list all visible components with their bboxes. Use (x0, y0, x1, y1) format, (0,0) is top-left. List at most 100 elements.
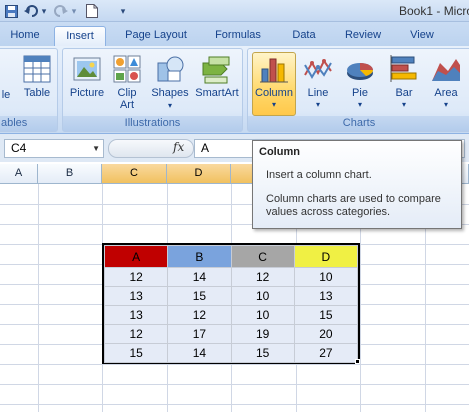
table-cell[interactable]: 20 (293, 324, 359, 344)
pivot-table-button[interactable]: le (0, 89, 15, 101)
line-chart-dropdown: ▾ (315, 100, 320, 109)
shapes-button[interactable]: Shapes ▾ (149, 53, 191, 112)
picture-button[interactable]: Picture (67, 53, 107, 99)
fill-handle[interactable] (355, 359, 360, 364)
data-table: A B C D 12 14 12 10 13 15 10 13 13 12 10… (103, 245, 359, 363)
name-box-value: C4 (11, 141, 27, 155)
name-box-dropdown-icon[interactable]: ▼ (92, 140, 100, 157)
table-cell[interactable]: 10 (230, 305, 295, 325)
tab-review[interactable]: Review (336, 26, 390, 46)
redo-dropdown[interactable]: ▾ (70, 3, 78, 19)
data-range[interactable]: A B C D 12 14 12 10 13 15 10 13 13 12 10… (102, 243, 360, 364)
table-cell[interactable]: 14 (167, 343, 232, 363)
picture-icon (73, 57, 101, 81)
tab-insert[interactable]: Insert (54, 26, 106, 46)
bar-chart-icon (390, 55, 417, 82)
table-cell[interactable]: 27 (293, 343, 359, 363)
title-bar: ▾ ▾ ▾ Book1 - Micro (0, 0, 469, 22)
table-row: 13 12 10 15 (103, 305, 359, 325)
pie-chart-button[interactable]: Pie ▾ (340, 53, 380, 111)
column-header-b[interactable]: B (38, 164, 102, 184)
table-cell[interactable]: 12 (230, 267, 295, 287)
bar-chart-dropdown: ▾ (401, 100, 406, 109)
tooltip-description: Column charts are used to compare values… (266, 193, 441, 218)
tab-page-layout[interactable]: Page Layout (116, 26, 196, 46)
table-cell[interactable]: 19 (230, 324, 295, 344)
line-chart-icon (304, 59, 332, 79)
table-cell[interactable]: 15 (103, 343, 169, 363)
table-cell[interactable]: 10 (293, 267, 359, 287)
header-cell-a[interactable]: A (103, 245, 169, 268)
undo-dropdown[interactable]: ▾ (40, 3, 48, 19)
bar-chart-button[interactable]: Bar ▾ (384, 53, 424, 111)
header-cell-b[interactable]: B (167, 245, 232, 268)
table-cell[interactable]: 13 (103, 286, 169, 306)
gridline (38, 184, 39, 412)
clip-art-button[interactable]: Clip Art (111, 53, 143, 111)
column-chart-tooltip: Column Insert a column chart. Column cha… (252, 140, 462, 229)
ribbon-tabs: Home Insert Page Layout Formulas Data Re… (0, 22, 469, 46)
table-cell[interactable]: 15 (167, 286, 232, 306)
area-chart-icon (432, 59, 460, 81)
clip-art-icon (113, 55, 141, 83)
column-header-a[interactable]: A (0, 164, 38, 184)
charts-group-label: Charts (248, 116, 469, 131)
pie-chart-icon (347, 63, 373, 80)
customize-qat-dropdown[interactable]: ▾ (118, 3, 128, 19)
table-header-row: A B C D (103, 245, 359, 268)
table-cell[interactable]: 13 (103, 305, 169, 325)
line-chart-button[interactable]: Line ▾ (298, 53, 338, 111)
smartart-icon (202, 56, 230, 84)
table-icon (23, 55, 51, 83)
table-cell[interactable]: 17 (167, 324, 232, 344)
column-chart-button[interactable]: Column ▾ (252, 52, 296, 116)
bar-chart-label: Bar (395, 87, 413, 99)
table-label: Table (23, 87, 51, 99)
table-cell[interactable]: 15 (293, 305, 359, 325)
name-box[interactable]: C4 ▼ (4, 139, 104, 158)
table-row: 12 14 12 10 (103, 267, 359, 287)
table-cell[interactable]: 14 (167, 267, 232, 287)
smartart-button[interactable]: SmartArt (193, 53, 241, 99)
illustrations-group: Picture Clip Art Shapes ▾ SmartArt Illus… (62, 48, 243, 132)
table-cell[interactable]: 15 (230, 343, 295, 363)
table-cell[interactable]: 13 (293, 286, 359, 306)
tooltip-summary: Insert a column chart. (266, 169, 372, 181)
insert-function-button[interactable]: fx (173, 140, 184, 154)
shapes-icon (157, 56, 184, 82)
tab-formulas[interactable]: Formulas (205, 26, 271, 46)
header-cell-d[interactable]: D (293, 245, 359, 268)
ribbon: le Table ables Picture Clip Art Shapes ▾… (0, 46, 469, 134)
tab-home[interactable]: Home (0, 26, 50, 46)
table-row: 15 14 15 27 (103, 343, 359, 363)
tab-data[interactable]: Data (283, 26, 325, 46)
table-button[interactable]: Table (17, 53, 57, 99)
new-document-icon[interactable] (84, 3, 100, 19)
tab-view[interactable]: View (400, 26, 444, 46)
gridline (0, 384, 469, 385)
line-chart-label: Line (307, 87, 329, 99)
save-icon[interactable] (4, 3, 18, 19)
pie-chart-dropdown: ▾ (357, 100, 362, 109)
area-chart-label: Area (434, 87, 458, 99)
redo-icon[interactable] (52, 3, 70, 19)
area-chart-button[interactable]: Area ▾ (426, 53, 466, 111)
header-cell-c[interactable]: C (230, 245, 295, 268)
undo-icon[interactable] (22, 3, 40, 19)
table-cell[interactable]: 12 (103, 267, 169, 287)
area-chart-dropdown: ▾ (443, 100, 448, 109)
charts-group: Column ▾ Line ▾ Pie ▾ Bar ▾ Area ▾ Chart… (247, 48, 469, 132)
table-cell[interactable]: 10 (230, 286, 295, 306)
column-header-c[interactable]: C (102, 164, 167, 184)
gridline (0, 364, 469, 365)
window-title: Book1 - Micro (399, 4, 469, 18)
column-chart-label: Column (255, 87, 293, 99)
column-chart-dropdown: ▾ (271, 100, 276, 109)
tooltip-title: Column (259, 146, 300, 158)
column-header-d[interactable]: D (167, 164, 231, 184)
tables-group: le Table ables (0, 48, 58, 132)
table-row: 12 17 19 20 (103, 324, 359, 344)
shapes-label: Shapes ▾ (151, 87, 189, 110)
table-cell[interactable]: 12 (167, 305, 232, 325)
table-cell[interactable]: 12 (103, 324, 169, 344)
